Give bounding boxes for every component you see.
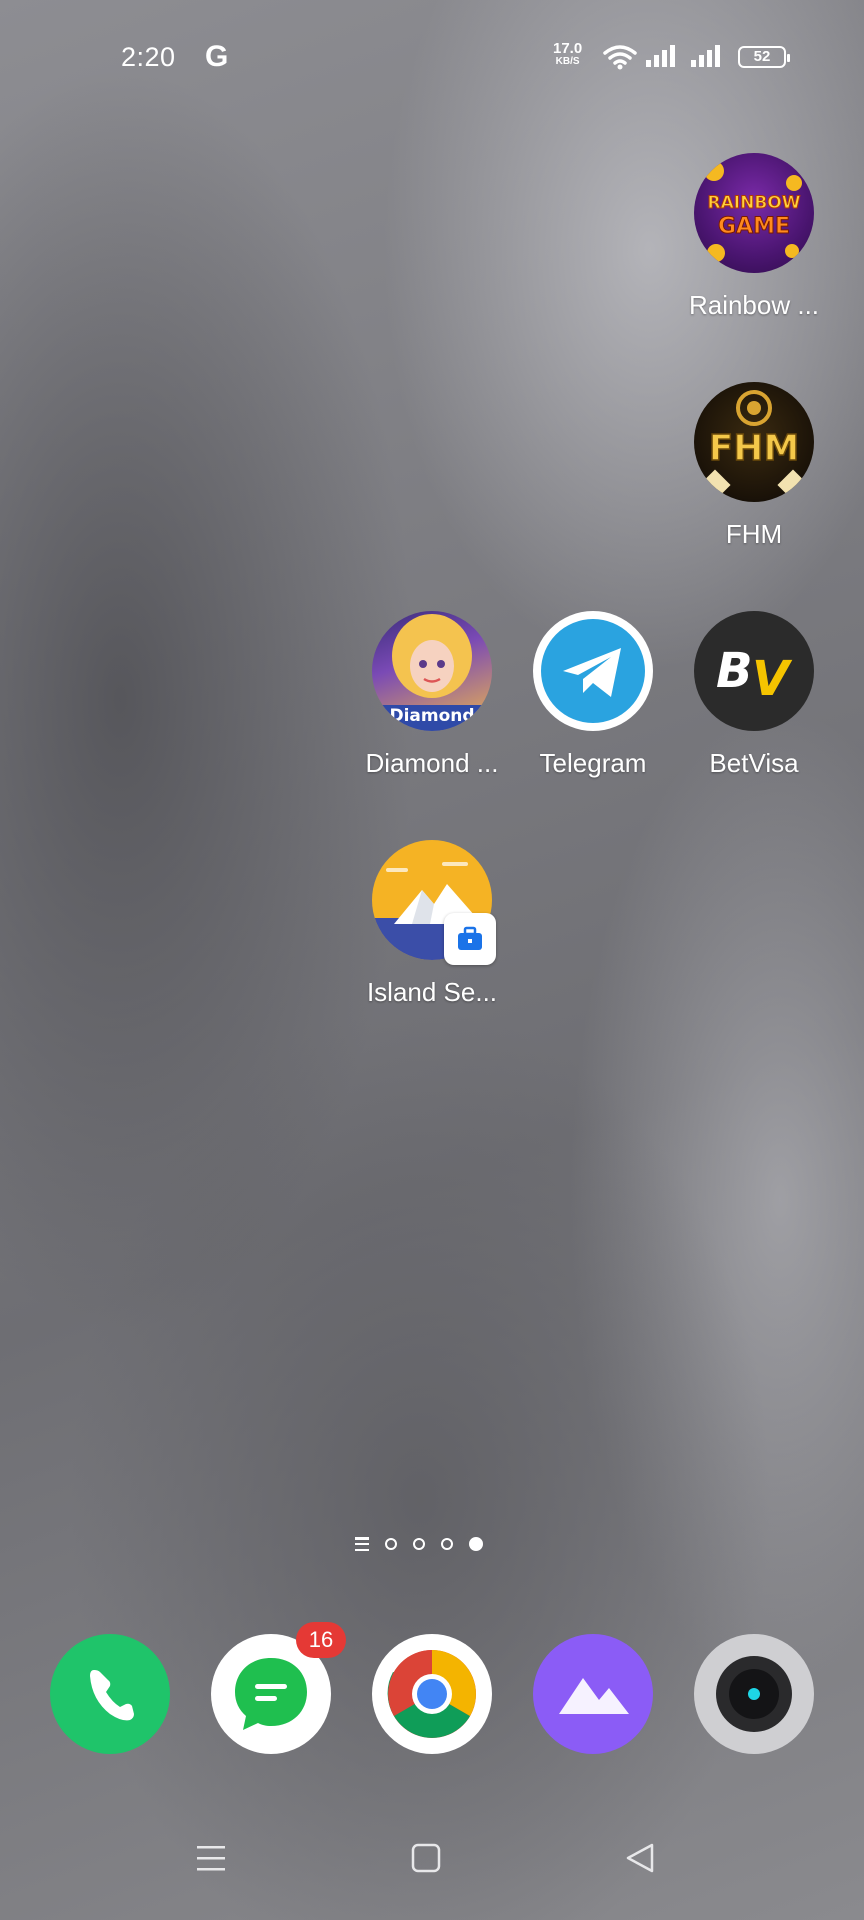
phone-icon [90,1670,134,1721]
status-bar: 2:20 G 17.0 KB/S 52 [0,0,864,115]
network-speed-value: 17.0 [553,40,583,57]
diamond-game-icon: Diamond [372,611,492,731]
fhm-icon: FHM [694,382,814,502]
google-icon: G [205,40,229,73]
app-label: FHM [725,519,783,549]
app-diamond[interactable]: Diamond Diamond ... [357,611,507,779]
svg-text:RAINBOW: RAINBOW [708,193,801,213]
page-dot[interactable] [413,1538,425,1550]
app-label: BetVisa [709,748,799,778]
dock-chrome[interactable] [372,1634,492,1754]
page-dot[interactable] [385,1538,397,1550]
network-speed: 17.0 KB/S [553,40,583,68]
app-label: Diamond ... [365,748,499,778]
rainbow-game-icon: RAINBOW GAME [694,153,814,273]
chrome-icon [387,1650,476,1738]
betvisa-icon: B V [694,611,814,731]
camera-icon [716,1656,792,1732]
app-label: Island Se... [366,977,498,1007]
dock-gallery[interactable] [533,1634,653,1754]
notification-badge: 16 [296,1622,346,1658]
page-indicator[interactable] [355,1537,483,1551]
app-rainbow-game[interactable]: RAINBOW GAME Rainbow ... [679,153,829,321]
gallery-icon [559,1678,629,1714]
home-icon[interactable] [408,1840,444,1876]
app-label: Rainbow ... [688,290,820,320]
page-dot[interactable] [441,1538,453,1550]
menu-icon[interactable] [193,1840,229,1876]
svg-text:V: V [752,651,793,707]
telegram-icon [533,611,653,731]
app-label: Telegram [539,748,647,778]
signal-icon [691,45,720,67]
battery-icon: 52 [738,46,790,68]
svg-text:Diamond: Diamond [389,706,474,726]
signal-icon [646,45,675,67]
svg-text:GAME: GAME [718,214,790,239]
app-fhm[interactable]: FHM FHM [679,382,829,550]
network-speed-unit: KB/S [555,56,580,67]
app-telegram[interactable]: Telegram [518,611,668,779]
page-list-icon[interactable] [355,1537,369,1551]
page-dot-active[interactable] [469,1537,483,1551]
wifi-icon [603,45,637,70]
dock-phone[interactable] [50,1634,170,1754]
dock-camera[interactable] [694,1634,814,1754]
svg-text:B: B [716,643,753,699]
svg-text:FHM: FHM [709,428,800,469]
app-island[interactable]: Island Se... [357,840,507,1008]
work-badge-icon [444,913,496,965]
clock: 2:20 [121,42,176,72]
back-icon[interactable] [622,1840,658,1876]
app-betvisa[interactable]: B V BetVisa [679,611,829,779]
